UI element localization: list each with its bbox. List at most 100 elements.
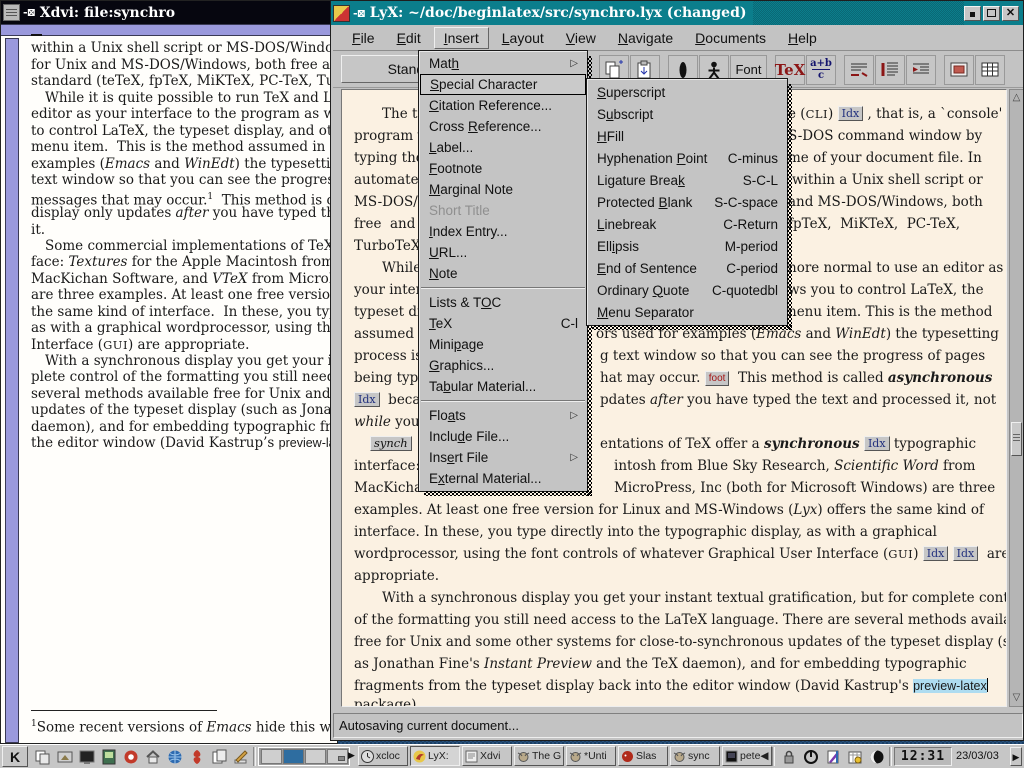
task-button-xcloc[interactable]: xcloc (358, 746, 408, 766)
task-button-lyx[interactable]: LyX: (410, 746, 460, 766)
insert-menu-item-marginal-note[interactable]: Marginal Note (420, 179, 586, 200)
tray-logout-button[interactable] (800, 747, 822, 768)
pager-desktop-2[interactable] (283, 749, 304, 764)
tray-organizer-button[interactable] (844, 747, 866, 768)
insert-menu-item-math[interactable]: Math▷ (420, 53, 586, 74)
launcher-show-desktop-button[interactable] (54, 747, 76, 768)
menubar-item-view[interactable]: View (557, 28, 605, 48)
table-button[interactable] (975, 55, 1005, 85)
insert-menu-item-label[interactable]: Label... (420, 137, 586, 158)
submenu-item-linebreak[interactable]: LinebreakC-Return (588, 213, 786, 235)
document-text-run: nore normal to use an editor as (788, 259, 1003, 277)
pager-arrow-icon[interactable]: ▶ (348, 750, 355, 761)
task-button-sync[interactable]: sync (670, 746, 720, 766)
insert-menu-item-minipage[interactable]: Minipage (420, 334, 586, 355)
depth-button[interactable] (906, 55, 936, 85)
task-button-xdvi[interactable]: Xdvi (462, 746, 512, 766)
scroll-down-icon[interactable]: ▽ (1010, 690, 1023, 706)
tray-klipper-button[interactable] (822, 747, 844, 768)
idx-inset-button[interactable]: Idx (864, 436, 890, 451)
idx-inset-button[interactable]: Idx (354, 392, 380, 407)
pin-icon[interactable]: -⊠ (23, 6, 35, 19)
submenu-item-subscript[interactable]: Subscript (588, 103, 786, 125)
scroll-up-icon[interactable]: △ (1010, 90, 1023, 106)
insert-menu-item-insert-file[interactable]: Insert File▷ (420, 447, 586, 468)
insert-menu-item-external-material[interactable]: External Material... (420, 468, 586, 489)
maximize-button[interactable] (983, 6, 1000, 21)
pager-desktop-1[interactable] (261, 749, 282, 764)
menubar-item-edit[interactable]: Edit (388, 28, 430, 48)
insert-menu-item-index-entry[interactable]: Index Entry... (420, 221, 586, 242)
launcher-web-browser-button[interactable] (164, 747, 186, 768)
launcher-home-button[interactable] (142, 747, 164, 768)
xdvi-titlebar[interactable]: -⊠ Xdvi: file:synchro (1, 1, 337, 24)
launcher-konsole-button[interactable] (98, 747, 120, 768)
foot-inset-button[interactable]: foot (705, 371, 730, 386)
submenu-item-end-of-sentence[interactable]: End of SentenceC-period (588, 257, 786, 279)
task-button-pete[interactable]: pete◀ (722, 746, 772, 766)
synch-inset-button[interactable]: synch (370, 436, 412, 451)
idx-inset-button[interactable]: Idx (838, 106, 864, 121)
math-mode-button[interactable]: a+bc (806, 55, 836, 85)
submenu-item-hfill[interactable]: HFill (588, 125, 786, 147)
tray-moon-phase-button[interactable] (866, 747, 888, 768)
insert-menu-item-tabular-material[interactable]: Tabular Material... (420, 376, 586, 397)
insert-menu-item-citation-reference[interactable]: Citation Reference... (420, 95, 586, 116)
launcher-kmail-button[interactable] (186, 747, 208, 768)
launcher-monitor-button[interactable] (76, 747, 98, 768)
submenu-item-menu-separator[interactable]: Menu Separator (588, 301, 786, 323)
launcher-file-manager-button[interactable] (208, 747, 230, 768)
document-scrollbar[interactable]: △ ▽ (1009, 89, 1024, 707)
task-button-slas[interactable]: Slas (618, 746, 668, 766)
insert-menu-item-note[interactable]: Note (420, 263, 586, 284)
pin-icon[interactable]: -⊠ (353, 7, 365, 20)
tray-lock-button[interactable] (778, 747, 800, 768)
figure-button[interactable] (944, 55, 974, 85)
insert-menu-item-special-character[interactable]: Special Character (420, 74, 586, 95)
insert-menu-item-footnote[interactable]: Footnote (420, 158, 586, 179)
menubar-item-layout[interactable]: Layout (493, 28, 553, 48)
submenu-item-superscript[interactable]: Superscript (588, 81, 786, 103)
xdvi-vertical-scrollbar[interactable] (5, 38, 19, 743)
submenu-item-hyphenation-point[interactable]: Hyphenation PointC-minus (588, 147, 786, 169)
insert-menu-item-floats[interactable]: Floats▷ (420, 405, 586, 426)
insert-menu-item-url[interactable]: URL... (420, 242, 586, 263)
xdvi-horizontal-scrollbar[interactable] (1, 24, 337, 36)
insert-menu-item-graphics[interactable]: Graphics... (420, 355, 586, 376)
taskbar-clock[interactable]: 12:31 (894, 747, 952, 766)
task-label: *Unti (584, 750, 607, 762)
menubar-item-help[interactable]: Help (779, 28, 826, 48)
k-menu-button[interactable]: K (2, 746, 28, 767)
submenu-item-ligature-break[interactable]: Ligature BreakS-C-L (588, 169, 786, 191)
insert-menu-item-lists-toc[interactable]: Lists & TOC (420, 292, 586, 313)
menubar-item-file[interactable]: File (343, 28, 384, 48)
task-button-unti[interactable]: *Unti (566, 746, 616, 766)
insert-menu-item-short-title[interactable]: Short Title (420, 200, 586, 221)
launcher-window-list-button[interactable] (32, 747, 54, 768)
scrollbar-thumb[interactable] (1011, 422, 1022, 456)
pager-desktop-3[interactable] (305, 749, 326, 764)
launcher-help-button[interactable] (120, 747, 142, 768)
submenu-item-protected-blank[interactable]: Protected BlankS-C-space (588, 191, 786, 213)
menubar-item-documents[interactable]: Documents (686, 28, 775, 48)
marginpar-button[interactable] (875, 55, 905, 85)
submenu-item-ordinary-quote[interactable]: Ordinary QuoteC-quotedbl (588, 279, 786, 301)
minimize-button[interactable] (964, 6, 981, 21)
idx-inset-button[interactable]: Idx (923, 546, 949, 561)
lyx-titlebar[interactable]: -⊠ LyX: ~/doc/beginlatex/src/synchro.lyx… (331, 1, 1023, 25)
menubar-item-insert[interactable]: Insert (434, 27, 489, 49)
footnote-button[interactable] (844, 55, 874, 85)
idx-inset-button[interactable]: Idx (953, 546, 979, 561)
launcher-text-editor-button[interactable] (230, 747, 252, 768)
pager-desktop-4[interactable] (327, 749, 348, 764)
menu-shadow (787, 84, 792, 330)
close-button[interactable]: ✕ (1002, 6, 1019, 21)
panel-hide-button[interactable]: ▶ (1010, 747, 1022, 766)
insert-menu-item-tex[interactable]: TeXC-l (420, 313, 586, 334)
task-button-the-g[interactable]: The G (514, 746, 564, 766)
selected-text: preview-latex (913, 679, 987, 693)
menubar-item-navigate[interactable]: Navigate (609, 28, 682, 48)
submenu-item-ellipsis[interactable]: EllipsisM-period (588, 235, 786, 257)
insert-menu-item-include-file[interactable]: Include File... (420, 426, 586, 447)
insert-menu-item-cross-reference[interactable]: Cross Reference... (420, 116, 586, 137)
